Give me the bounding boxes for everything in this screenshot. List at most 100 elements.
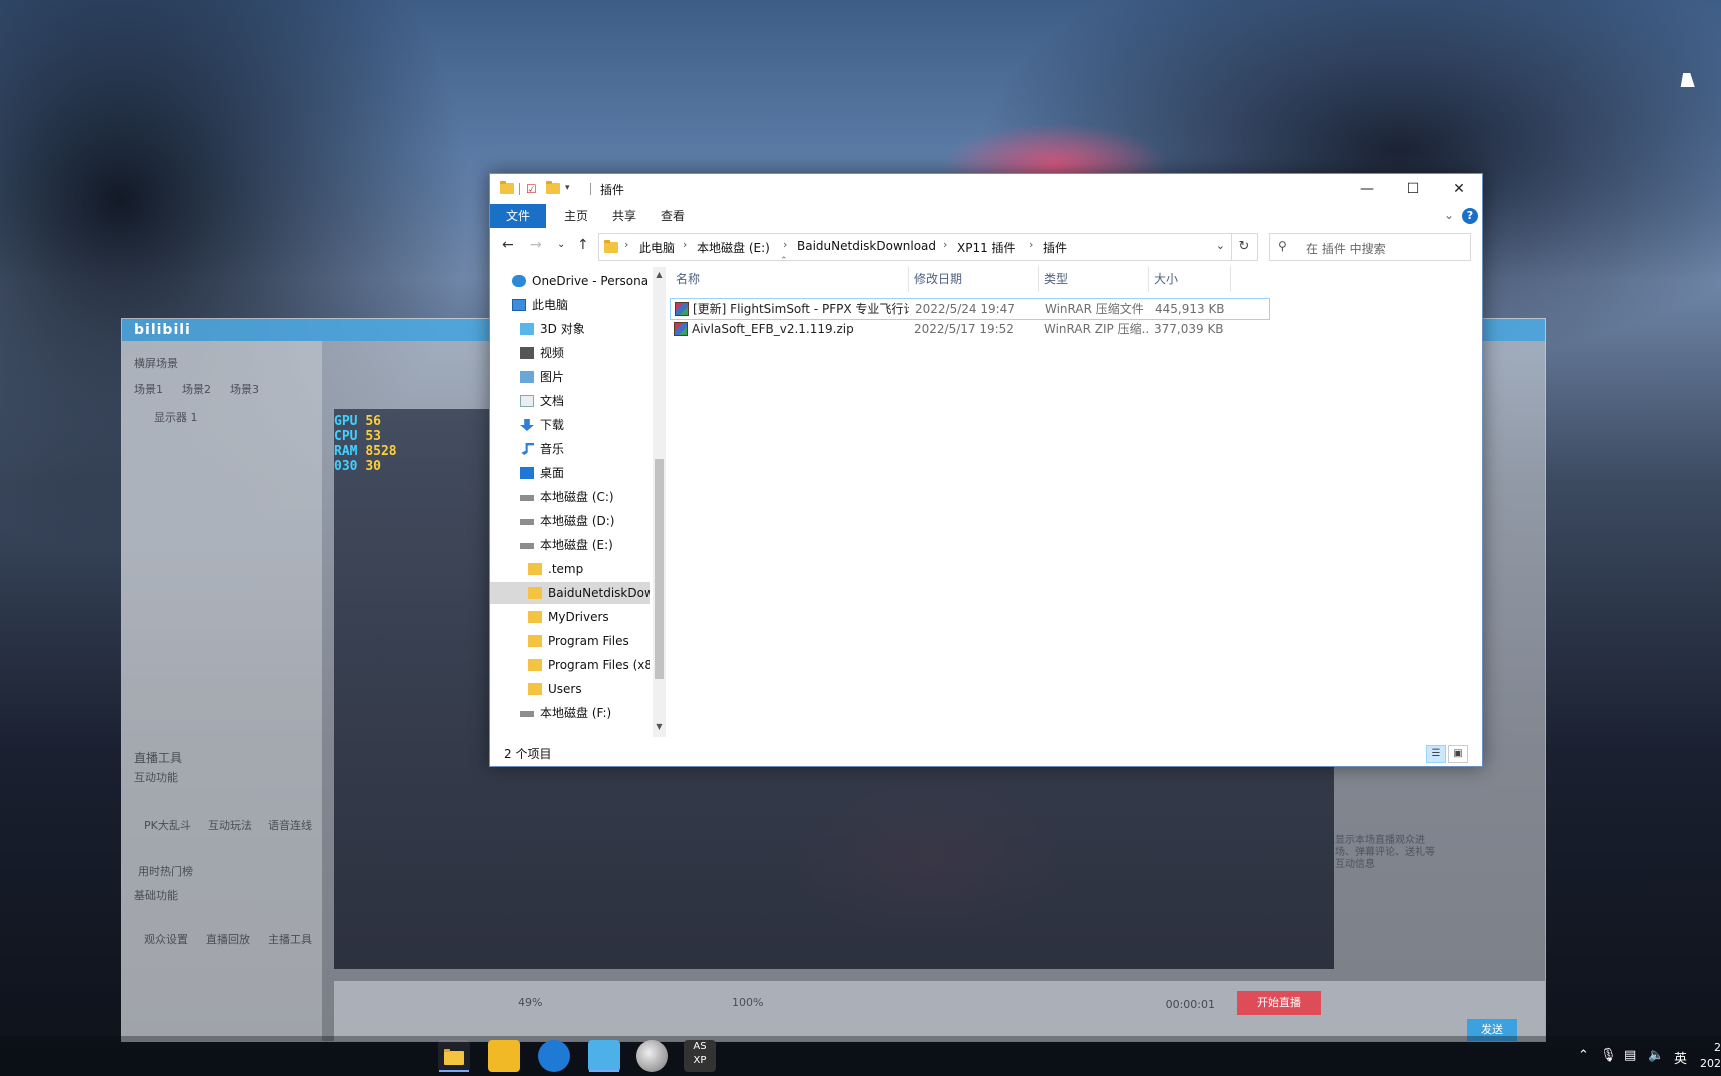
column-type[interactable]: 类型 — [1044, 270, 1068, 287]
scroll-down-icon[interactable]: ▼ — [654, 722, 665, 734]
breadcrumb-separator-icon[interactable]: › — [683, 238, 687, 251]
help-icon[interactable]: ? — [1462, 208, 1478, 224]
nav-item[interactable]: MyDrivers — [490, 606, 650, 628]
scroll-up-icon[interactable]: ▲ — [654, 270, 665, 282]
address-bar[interactable]: › 此电脑 › 本地磁盘 (E:) › BaiduNetdiskDownload… — [598, 233, 1232, 261]
nav-item[interactable]: 此电脑 — [490, 294, 650, 316]
nav-item-label: Users — [548, 682, 582, 696]
title-bar[interactable]: ☑ ▾ 插件 — ☐ ✕ — [490, 174, 1482, 204]
xplane-taskbar-icon[interactable]: AS XP — [684, 1040, 716, 1072]
globe-taskbar-icon[interactable] — [636, 1040, 668, 1072]
search-box[interactable]: ⚲ 在 插件 中搜索 — [1269, 233, 1471, 261]
breadcrumb-this-pc[interactable]: 此电脑 — [639, 239, 675, 256]
breadcrumb-separator-icon[interactable]: › — [783, 238, 787, 251]
file-row[interactable]: [更新] FlightSimSoft - PFPX 专业飞行计... 2022/5… — [670, 298, 1270, 320]
breadcrumb-xp11-plugins[interactable]: XP11 插件 — [957, 239, 1016, 256]
scroll-thumb[interactable] — [655, 459, 664, 679]
file-size: 445,913 KB — [1155, 302, 1225, 316]
column-divider[interactable] — [1148, 266, 1149, 292]
tab-view[interactable]: 查看 — [653, 204, 693, 228]
volume-icon[interactable]: 🔈 — [1648, 1048, 1664, 1063]
picture-icon — [520, 371, 534, 383]
tab-home[interactable]: 主页 — [556, 204, 596, 228]
address-dropdown-icon[interactable]: ⌄ — [1216, 239, 1225, 252]
tab-share[interactable]: 共享 — [604, 204, 644, 228]
column-divider[interactable] — [1038, 266, 1039, 292]
tab-file[interactable]: 文件 — [490, 204, 546, 228]
breadcrumb-separator-icon[interactable]: › — [1029, 238, 1033, 251]
nav-item[interactable]: 本地磁盘 (E:) — [490, 534, 650, 556]
breadcrumb-separator-icon[interactable]: › — [943, 238, 947, 251]
app-taskbar-icon[interactable] — [488, 1040, 520, 1072]
new-folder-icon[interactable] — [546, 181, 560, 195]
nav-item[interactable]: 本地磁盘 (D:) — [490, 510, 650, 532]
nav-item-label: BaiduNetdiskDow — [548, 586, 650, 600]
recent-locations-icon[interactable]: ⌄ — [557, 239, 565, 250]
forward-arrow-icon[interactable]: → — [530, 237, 542, 253]
bilibili-live-taskbar-icon[interactable] — [588, 1040, 620, 1072]
clock[interactable]: 2 202 — [1700, 1040, 1721, 1072]
close-button[interactable]: ✕ — [1436, 174, 1482, 204]
ghost-bottom-bar — [334, 981, 1545, 1041]
breadcrumb-plugins[interactable]: 插件 — [1043, 239, 1067, 256]
nav-item[interactable]: Program Files (x8 — [490, 654, 650, 676]
cloud-icon — [512, 275, 526, 287]
column-size[interactable]: 大小 — [1154, 270, 1178, 287]
nav-item[interactable]: 桌面 — [490, 462, 650, 484]
column-divider[interactable] — [1230, 266, 1231, 292]
nav-item-label: 下载 — [540, 418, 565, 432]
nav-item[interactable]: 文档 — [490, 390, 650, 412]
nav-item[interactable]: BaiduNetdiskDow — [490, 582, 650, 604]
breadcrumb-baidu-download[interactable]: BaiduNetdiskDownload — [797, 239, 936, 253]
ghost-tool-5: 基础功能 — [134, 889, 178, 902]
input-language[interactable]: 英 — [1674, 1048, 1687, 1067]
navigation-scrollbar[interactable]: ▲ ▼ — [653, 267, 666, 737]
nav-item[interactable]: Users — [490, 678, 650, 700]
show-hidden-icons-icon[interactable]: ⌃ — [1578, 1048, 1589, 1063]
file-explorer-taskbar-icon[interactable] — [438, 1040, 470, 1072]
file-row[interactable]: AivlaSoft_EFB_v2.1.119.zip 2022/5/17 19:5… — [670, 319, 1268, 339]
nav-item-label: 视频 — [540, 346, 565, 360]
nav-item[interactable]: 3D 对象 — [490, 318, 650, 340]
up-arrow-icon[interactable]: ↑ — [577, 237, 589, 253]
nav-item[interactable]: .temp — [490, 558, 650, 580]
network-icon[interactable]: ▤ — [1624, 1048, 1636, 1063]
status-bar: 2 个项目 ☰ ▣ — [490, 740, 1482, 766]
minimize-button[interactable]: — — [1344, 174, 1390, 204]
nav-item[interactable]: 本地磁盘 (F:) — [490, 702, 650, 724]
nav-item[interactable]: 视频 — [490, 342, 650, 364]
nav-item[interactable]: Program Files — [490, 630, 650, 652]
breadcrumb-drive-e[interactable]: 本地磁盘 (E:) — [697, 239, 770, 256]
back-arrow-icon[interactable]: ← — [502, 237, 514, 253]
nav-item[interactable]: OneDrive - Persona — [490, 270, 650, 292]
refresh-icon[interactable]: ↻ — [1231, 233, 1258, 261]
expand-ribbon-icon[interactable]: ⌄ — [1444, 208, 1454, 222]
ghost-logo: bilibili — [134, 322, 191, 338]
nav-item[interactable]: 下载 — [490, 414, 650, 436]
breadcrumb-separator-icon[interactable]: › — [624, 238, 628, 251]
clock-time: 2 — [1714, 1041, 1721, 1054]
microphone-icon[interactable]: 🎙 — [1600, 1048, 1617, 1063]
quick-access-dropdown-icon[interactable]: ▾ — [565, 183, 579, 197]
nav-item-label: 3D 对象 — [540, 322, 585, 336]
search-placeholder[interactable]: 在 插件 中搜索 — [1306, 240, 1386, 257]
maximize-button[interactable]: ☐ — [1390, 174, 1436, 204]
column-divider[interactable] — [908, 266, 909, 292]
column-date[interactable]: 修改日期 — [914, 270, 962, 287]
music-icon — [521, 443, 534, 455]
ghost-scene-title: 横屏场景 — [134, 357, 178, 370]
column-name[interactable]: 名称 — [676, 270, 700, 287]
large-icons-view-icon[interactable]: ▣ — [1448, 745, 1468, 763]
nav-item[interactable]: 图片 — [490, 366, 650, 388]
search-icon: ⚲ — [1278, 239, 1287, 253]
properties-icon[interactable]: ☑ — [526, 182, 540, 196]
ghost-hint-text: 显示本场直播观众进场、弹幕评论、送礼等互动信息 — [1335, 835, 1435, 870]
nav-item[interactable]: 音乐 — [490, 438, 650, 460]
ghost-tool-0: 互动功能 — [134, 771, 178, 784]
taskbar: AS XP ⌃ 🎙 ▤ 🔈 英 2 202 — [0, 1036, 1721, 1076]
fps-label: 030 — [334, 459, 358, 474]
browser-taskbar-icon[interactable] — [538, 1040, 570, 1072]
nav-item[interactable]: 本地磁盘 (C:) — [490, 486, 650, 508]
nav-item-label: 图片 — [540, 370, 565, 384]
details-view-icon[interactable]: ☰ — [1426, 745, 1446, 763]
